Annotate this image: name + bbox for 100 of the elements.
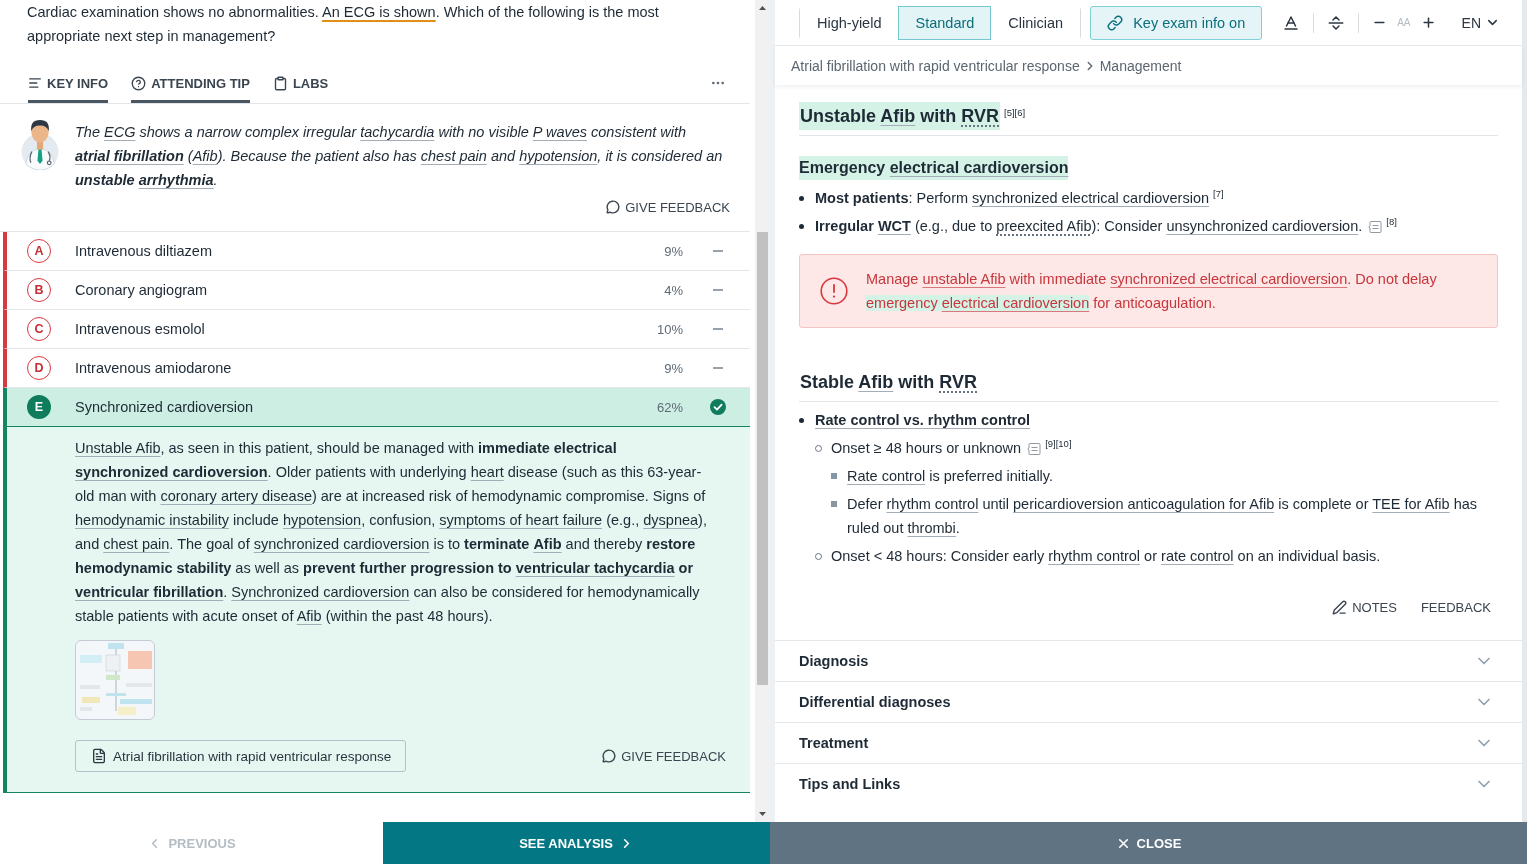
term-link[interactable]: synchronized cardioversion (253, 536, 430, 552)
answer-percent: 62% (656, 399, 683, 415)
reference-link[interactable]: [9][10] (1045, 438, 1072, 450)
term-link[interactable]: symptoms of heart failure (439, 512, 603, 528)
bullet-dot-icon (799, 195, 804, 201)
callout-text: Manage unstable Afib with immediate synchronized electrical cardioversion. Do not delay emergency electrical cardioversion for anticoagulation. (866, 270, 1438, 313)
speech-bubble-icon (602, 749, 617, 763)
scrollbar-thumb[interactable] (757, 232, 768, 685)
explanation-text: Unstable Afib, as seen in this patient, should be managed with immediate electrical synchronized cardioversion. Older patients with underlying heart disease (such as this 63-year-old man with coronary artery disease) are at increased risk of hemodynamic compromise. Signs of hemodynamic instability include hypotension, confusion, symptoms of heart failure (e.g., dyspnea), and chest pain. The goal of synchronized cardioversion is to terminate Afib and thereby restore hemodynamic stability as well as prevent further progression to ventricular tachycardia or ventricular fibrillation. Synchronized cardioversion can also be considered for hemodynamically stable patients with acute onset of Afib (within the past 48 hours). (75, 439, 708, 626)
answer-percent: 9% (664, 243, 683, 259)
term-link[interactable]: Afib (296, 608, 322, 624)
term-link[interactable]: ECG (104, 124, 136, 140)
term-link[interactable]: unstable Afib (922, 271, 1006, 287)
alert-icon (820, 277, 848, 305)
term-link[interactable]: Rate control (847, 468, 926, 484)
increase-font-button[interactable] (1420, 15, 1436, 30)
answer-text: Synchronized cardioversion (75, 399, 254, 415)
answer-text: Intravenous amiodarone (75, 360, 232, 376)
tab[interactable]: LABS (272, 63, 329, 103)
term-link[interactable]: rhythm control (886, 496, 979, 512)
term-link[interactable]: pericardioversion anticoagulation for Afib (1013, 496, 1275, 512)
term-link[interactable]: Rate control vs. rhythm control (815, 408, 1031, 432)
mode-tab[interactable]: Clinician (991, 5, 1081, 40)
scroll-up-icon[interactable] (759, 6, 766, 10)
term-link[interactable]: rate control (1161, 548, 1234, 564)
help-icon (131, 75, 147, 91)
abbreviation[interactable]: preexcited Afib (996, 218, 1092, 234)
highlighted-text: emergency (866, 295, 942, 311)
answer-option[interactable]: D Intravenous amiodarone 9% (3, 349, 750, 388)
term-link[interactable]: P waves (532, 124, 588, 140)
term-link[interactable]: coronary artery disease (160, 488, 312, 504)
scroll-down-icon[interactable] (759, 812, 766, 816)
dash-icon (713, 289, 723, 291)
attending-tip-text: The ECG shows a narrow complex irregular tachycardia with no visible P waves consistent with atrial fibrillation (Afib). Because the patient also has chest pain and hypotension, it is considered an unstable arrhythmia. (75, 123, 724, 190)
term-link[interactable]: electrical cardioversion (889, 159, 1069, 176)
term-link[interactable]: ventricular tachycardia (515, 560, 675, 576)
term-link[interactable]: dyspnea (643, 512, 699, 528)
tab[interactable]: KEY INFO (28, 63, 109, 103)
breadcrumb-link[interactable]: Atrial fibrillation with rapid ventricular response (791, 57, 1080, 74)
term-link[interactable]: hypotension (282, 512, 362, 528)
term-link[interactable]: heart (470, 464, 504, 480)
term-link[interactable]: synchronized electrical cardioversion (972, 190, 1210, 206)
answer-text: Intravenous esmolol (75, 321, 205, 337)
reference-link[interactable]: [8] (1386, 216, 1397, 228)
line-spacing-button[interactable] (1327, 13, 1346, 32)
answer-option[interactable]: A Intravenous diltiazem 9% (3, 232, 750, 271)
term-link[interactable]: hemodynamic instability (75, 512, 229, 528)
term-link[interactable]: rhythm control (1048, 548, 1141, 564)
term-link[interactable]: electrical cardioversion (941, 295, 1090, 311)
abbreviation[interactable]: RVR (939, 372, 978, 392)
feedback-button[interactable]: FEEDBACK (1420, 594, 1491, 620)
term-link[interactable]: tachycardia (360, 124, 435, 140)
article-link-button[interactable]: Atrial fibrillation with rapid ventricular response (75, 740, 407, 772)
line-spacing-icon (1327, 13, 1346, 32)
list-item-text: Onset < 48 hours: Consider early rhythm control or rate control on an individual basis. (831, 547, 1382, 566)
tab[interactable]: ATTENDING TIP (131, 63, 250, 103)
bullet-circle-icon (815, 444, 822, 452)
term-link[interactable]: TEE for Afib (1372, 496, 1450, 512)
give-feedback-button[interactable]: GIVE FEEDBACK (606, 196, 730, 218)
clipboard-icon (272, 75, 288, 91)
term-link[interactable]: WCT (877, 218, 911, 234)
speech-bubble-icon (606, 200, 621, 214)
reference-link[interactable]: [7] (1213, 188, 1224, 200)
note-icon[interactable] (1027, 442, 1042, 457)
language-button[interactable]: EN (1461, 14, 1500, 31)
key-exam-info-toggle[interactable]: Key exam info on (1090, 5, 1263, 40)
answer-text: Intravenous diltiazem (75, 243, 212, 259)
term-link[interactable]: Synchronized cardioversion (231, 584, 410, 600)
term-link[interactable]: synchronized cardioversion (75, 464, 268, 480)
list-item-text: Rate control is preferred initially. (847, 467, 1055, 486)
answer-option[interactable]: B Coronary angiogram 4% (3, 271, 750, 310)
close-button[interactable]: CLOSE (770, 822, 1527, 864)
term-link[interactable]: thrombi (907, 520, 956, 536)
answer-option[interactable]: E Synchronized cardioversion 62% (3, 388, 750, 427)
mode-tab[interactable]: High-yield (800, 5, 899, 40)
reference-link[interactable]: [5][6] (1004, 106, 1026, 118)
term-link[interactable]: Afib (858, 372, 894, 392)
note-icon[interactable] (1368, 220, 1383, 235)
term-link[interactable]: Unstable Afib (75, 440, 161, 456)
mode-tab[interactable]: Standard (898, 5, 992, 40)
breadcrumb-current: Management (1099, 57, 1182, 74)
term-link[interactable]: Afib (880, 106, 916, 126)
notes-button[interactable]: NOTES (1332, 594, 1397, 620)
font-icon (1282, 13, 1301, 32)
term-link[interactable]: atrial fibrillation (75, 148, 184, 164)
abbreviation[interactable]: RVR (961, 106, 1000, 126)
term-link[interactable]: Afib (533, 536, 562, 552)
give-feedback-button[interactable]: GIVE FEEDBACK (602, 745, 726, 767)
answer-option[interactable]: C Intravenous esmolol 10% (3, 310, 750, 349)
question-text: Cardiac examination shows no abnormalities. An ECG is shown. Which of the following is the most appropriate next step in management? (26, 3, 660, 46)
see-analysis-button[interactable]: SEE ANALYSIS (383, 822, 770, 864)
media-link[interactable]: An ECG is shown (322, 4, 436, 20)
font-size-label: AA (1397, 17, 1411, 28)
bullet-dot-icon (799, 417, 804, 423)
term-link[interactable]: chest pain (420, 148, 487, 164)
font-button[interactable] (1282, 13, 1301, 32)
term-link[interactable]: arrhythmia (138, 172, 214, 188)
term-link[interactable]: hypotension (519, 148, 598, 164)
answer-letter: E (27, 395, 51, 419)
plus-icon (1420, 15, 1436, 30)
